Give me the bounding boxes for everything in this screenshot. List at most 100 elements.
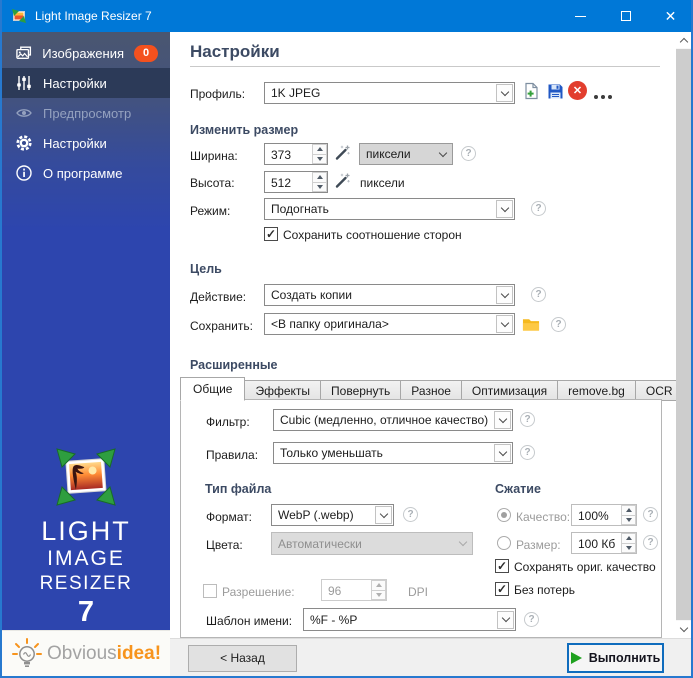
tab-general[interactable]: Общие: [180, 377, 245, 401]
window-title: Light Image Resizer 7: [35, 9, 152, 23]
advanced-tabs: Общие Эффекты Повернуть Разное Оптимизац…: [180, 377, 693, 401]
resizer-logo-icon: [53, 447, 119, 507]
browse-folder-button[interactable]: [522, 315, 540, 333]
save-to-label: Сохранить:: [190, 319, 253, 333]
width-unit-dropdown[interactable]: пиксели: [359, 143, 453, 165]
resolution-stepper[interactable]: 96: [321, 579, 387, 601]
sidebar-item-label: Настройки: [43, 136, 107, 151]
keep-quality-checkbox[interactable]: ✓: [495, 559, 509, 573]
colors-label: Цвета:: [206, 538, 243, 552]
format-help-icon[interactable]: ?: [403, 507, 418, 522]
resize-section-header: Изменить размер: [190, 123, 298, 137]
save-profile-button[interactable]: [546, 82, 564, 100]
filter-label: Фильтр:: [206, 415, 250, 429]
size-help-icon[interactable]: ?: [643, 535, 658, 550]
resolution-label: Разрешение:: [222, 585, 295, 599]
profile-dropdown[interactable]: 1K JPEG: [264, 82, 515, 104]
height-stepper[interactable]: 512: [264, 171, 328, 193]
sidebar-item-label: Изображения: [42, 46, 124, 61]
close-button[interactable]: ✕: [648, 0, 693, 32]
ellipsis-icon: [594, 95, 612, 99]
format-dropdown[interactable]: WebP (.webp): [271, 504, 394, 526]
brand-text: Obviousidea!: [47, 643, 161, 665]
app-logo-block: LIGHT IMAGE RESIZER 7: [2, 447, 170, 629]
width-stepper[interactable]: 373: [264, 143, 328, 165]
play-icon: [571, 652, 582, 664]
new-profile-button[interactable]: [522, 82, 540, 100]
action-help-icon[interactable]: ?: [531, 287, 546, 302]
titlebar: Light Image Resizer 7 ✕: [0, 0, 693, 32]
images-icon: [15, 44, 32, 62]
filetype-header: Тип файла: [205, 482, 271, 496]
save-help-icon[interactable]: ?: [551, 317, 566, 332]
format-label: Формат:: [206, 510, 252, 524]
scrollbar-thumb[interactable]: [676, 49, 691, 620]
sliders-icon: [15, 74, 33, 92]
sidebar-item-label: Настройки: [43, 76, 107, 91]
width-label: Ширина:: [190, 149, 238, 163]
info-icon: [15, 164, 33, 182]
save-to-dropdown[interactable]: <В папку оригинала>: [264, 313, 515, 335]
quality-radio[interactable]: [497, 508, 511, 522]
sidebar-item-settings-selected[interactable]: Настройки: [2, 68, 170, 98]
run-button[interactable]: Выполнить: [567, 643, 664, 673]
delete-profile-button[interactable]: ✕: [568, 81, 587, 100]
general-tab-panel: Фильтр: Cubic (медленно, отличное качест…: [180, 399, 662, 638]
vertical-scrollbar[interactable]: [676, 32, 691, 637]
filter-help-icon[interactable]: ?: [520, 412, 535, 427]
sidebar-item-about[interactable]: О программе: [2, 158, 170, 188]
footer-bar: < Назад Выполнить: [170, 638, 693, 676]
quality-stepper[interactable]: 100%: [571, 504, 637, 526]
tab-optimization[interactable]: Оптимизация: [461, 380, 558, 401]
scroll-up-arrow[interactable]: [676, 32, 691, 48]
tab-effects[interactable]: Эффекты: [244, 380, 321, 401]
magic-wand-icon: [333, 144, 351, 162]
colors-dropdown[interactable]: Автоматически: [271, 532, 473, 555]
title-divider: [190, 66, 660, 67]
logo-text-image: IMAGE: [2, 547, 170, 571]
sidebar-item-label: О программе: [43, 166, 123, 181]
dpi-unit-label: DPI: [408, 585, 428, 599]
tab-rotate[interactable]: Повернуть: [320, 380, 401, 401]
mode-dropdown[interactable]: Подогнать: [264, 198, 515, 220]
scroll-down-arrow[interactable]: [676, 621, 691, 637]
lossless-checkbox[interactable]: ✓: [495, 582, 509, 596]
tab-removebg[interactable]: remove.bg: [557, 380, 636, 401]
quality-help-icon[interactable]: ?: [643, 507, 658, 522]
mode-label: Режим:: [190, 204, 230, 218]
size-radio[interactable]: [497, 536, 511, 550]
advanced-section-header: Расширенные: [190, 358, 278, 372]
compression-header: Сжатие: [495, 482, 541, 496]
profile-label: Профиль:: [190, 87, 245, 101]
sidebar-item-preview[interactable]: Предпросмотр: [2, 98, 170, 128]
resolution-checkbox[interactable]: [203, 584, 217, 598]
auto-height-wand-button[interactable]: [333, 172, 351, 190]
size-stepper[interactable]: 100 Кб: [571, 532, 637, 554]
page-title: Настройки: [190, 42, 280, 62]
keep-ratio-checkbox[interactable]: ✓: [264, 227, 278, 241]
back-button[interactable]: < Назад: [188, 645, 297, 672]
rules-help-icon[interactable]: ?: [520, 445, 535, 460]
settings-page: Настройки Профиль: 1K JPEG ✕: [170, 32, 676, 638]
template-help-icon[interactable]: ?: [524, 612, 539, 627]
logo-text-resizer: RESIZER: [2, 573, 170, 595]
mode-help-icon[interactable]: ?: [531, 201, 546, 216]
name-template-dropdown[interactable]: %F - %P: [303, 608, 516, 631]
obviousidea-brand: Obviousidea!: [2, 630, 170, 676]
images-count-badge: 0: [134, 45, 158, 62]
maximize-button[interactable]: [603, 0, 648, 32]
sidebar-item-preferences[interactable]: Настройки: [2, 128, 170, 158]
tab-misc[interactable]: Разное: [400, 380, 462, 401]
width-help-icon[interactable]: ?: [461, 146, 476, 161]
lightbulb-icon: [11, 637, 43, 671]
action-label: Действие:: [190, 290, 246, 304]
sidebar-item-images[interactable]: Изображения 0: [2, 38, 170, 68]
folder-icon: [522, 317, 540, 332]
filter-dropdown[interactable]: Cubic (медленно, отличное качество): [273, 409, 513, 431]
auto-width-wand-button[interactable]: [333, 144, 351, 162]
more-options-button[interactable]: [594, 88, 612, 106]
minimize-button[interactable]: [558, 0, 603, 32]
rules-dropdown[interactable]: Только уменьшать: [273, 442, 513, 464]
action-dropdown[interactable]: Создать копии: [264, 284, 515, 306]
eye-icon: [15, 104, 33, 122]
